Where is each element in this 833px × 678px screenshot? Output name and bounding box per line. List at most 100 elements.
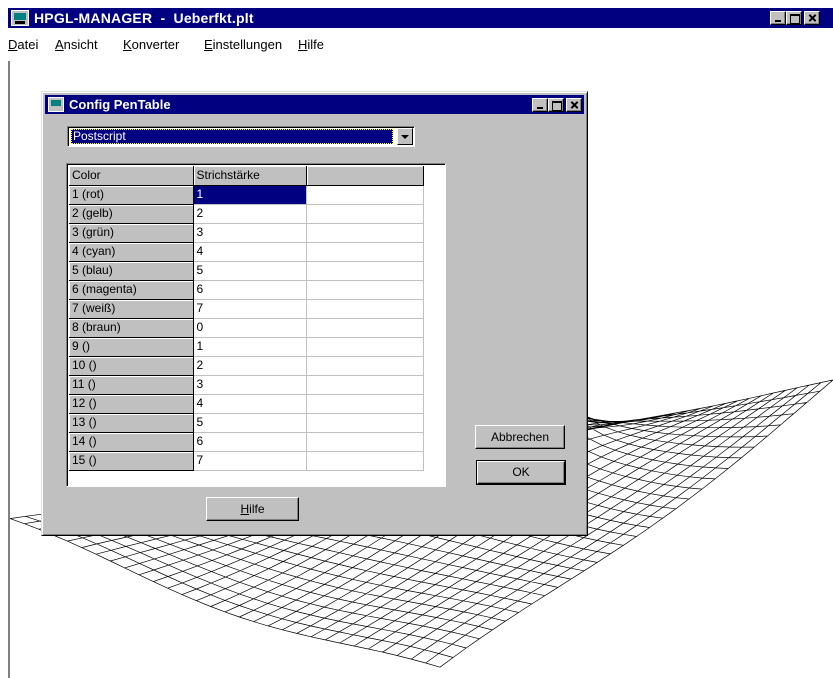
table-row[interactable]: 3 (grün) 3 — [69, 223, 424, 243]
menu-hilfe[interactable]: Hilfe — [298, 37, 324, 52]
dialog-window-controls — [532, 98, 582, 112]
menu-label-rest: nsicht — [63, 37, 98, 52]
close-icon[interactable] — [566, 98, 582, 112]
pen-color-cell[interactable]: 1 (rot) — [69, 185, 194, 205]
table-row[interactable]: 15 () 7 — [69, 451, 424, 471]
table-row[interactable]: 8 (braun) 0 — [69, 318, 424, 338]
empty-cell[interactable] — [306, 280, 424, 300]
pen-color-cell[interactable]: 4 (cyan) — [69, 242, 194, 262]
pen-width-cell[interactable]: 7 — [193, 299, 307, 319]
table-row[interactable]: 7 (weiß) 7 — [69, 299, 424, 319]
pen-width-cell[interactable]: 1 — [193, 337, 307, 357]
maximize-icon[interactable] — [786, 11, 802, 25]
minimize-icon[interactable] — [770, 11, 786, 25]
empty-cell[interactable] — [306, 185, 424, 205]
pen-width-cell[interactable]: 1 — [193, 185, 307, 205]
empty-cell[interactable] — [306, 432, 424, 452]
pen-width-cell[interactable]: 6 — [193, 280, 307, 300]
table-row[interactable]: 9 () 1 — [69, 337, 424, 357]
pen-width-cell[interactable]: 7 — [193, 451, 307, 471]
empty-cell[interactable] — [306, 337, 424, 357]
pen-width-cell[interactable]: 4 — [193, 242, 307, 262]
column-header-empty[interactable] — [306, 166, 424, 186]
menu-mnemonic: H — [298, 37, 308, 52]
pen-width-cell[interactable]: 6 — [193, 432, 307, 452]
menu-datei[interactable]: Datei — [8, 37, 38, 52]
pen-color-cell[interactable]: 3 (grün) — [69, 223, 194, 243]
pen-table: Color Strichstärke 1 (rot) 1 2 (gelb) 2 3 (g… — [69, 166, 424, 471]
pen-width-cell[interactable]: 3 — [193, 223, 307, 243]
pen-color-cell[interactable]: 13 () — [69, 413, 194, 433]
table-row[interactable]: 13 () 5 — [69, 413, 424, 433]
pen-color-cell[interactable]: 11 () — [69, 375, 194, 395]
pen-color-cell[interactable]: 14 () — [69, 432, 194, 452]
pen-color-cell[interactable]: 12 () — [69, 394, 194, 414]
main-title-bar[interactable]: HPGL-MANAGER - Ueberfkt.plt — [8, 8, 833, 28]
pen-color-cell[interactable]: 2 (gelb) — [69, 204, 194, 224]
pen-width-cell[interactable]: 0 — [193, 318, 307, 338]
pen-color-cell[interactable]: 6 (magenta) — [69, 280, 194, 300]
menu-mnemonic: A — [55, 37, 64, 52]
help-label-rest: ilfe — [249, 502, 265, 516]
table-row[interactable]: 10 () 2 — [69, 356, 424, 376]
pen-color-cell[interactable]: 15 () — [69, 451, 194, 471]
pen-width-cell[interactable]: 2 — [193, 356, 307, 376]
empty-cell[interactable] — [306, 451, 424, 471]
menu-label-rest: atei — [17, 37, 39, 52]
pen-width-cell[interactable]: 2 — [193, 204, 307, 224]
empty-cell[interactable] — [306, 394, 424, 414]
menu-einstellungen[interactable]: Einstellungen — [204, 37, 282, 52]
help-mnemonic: H — [240, 502, 250, 516]
menu-konverter[interactable]: Konverter — [123, 37, 179, 52]
ok-button[interactable]: OK — [476, 460, 566, 485]
pen-table-grid[interactable]: Color Strichstärke 1 (rot) 1 2 (gelb) 2 3 (g… — [66, 163, 446, 487]
empty-cell[interactable] — [306, 242, 424, 262]
column-header-strichstaerke[interactable]: Strichstärke — [193, 166, 307, 186]
pen-width-cell[interactable]: 4 — [193, 394, 307, 414]
dialog-title-bar[interactable]: Config PenTable — [45, 95, 584, 114]
menu-label-rest: ilfe — [307, 37, 325, 52]
empty-cell[interactable] — [306, 375, 424, 395]
column-header-color[interactable]: Color — [69, 166, 194, 186]
pen-color-cell[interactable]: 8 (braun) — [69, 318, 194, 338]
pen-color-cell[interactable]: 5 (blau) — [69, 261, 194, 281]
help-button[interactable]: Hilfe — [206, 497, 299, 521]
pen-width-cell[interactable]: 5 — [193, 261, 307, 281]
pen-color-cell[interactable]: 9 () — [69, 337, 194, 357]
menu-mnemonic: D — [8, 37, 18, 52]
table-row[interactable]: 12 () 4 — [69, 394, 424, 414]
table-header-row: Color Strichstärke — [69, 166, 424, 186]
empty-cell[interactable] — [306, 318, 424, 338]
config-pentable-dialog: Config PenTable Postscript Color Strichs… — [41, 91, 588, 536]
empty-cell[interactable] — [306, 261, 424, 281]
menu-ansicht[interactable]: Ansicht — [55, 37, 98, 52]
dialog-app-icon[interactable] — [48, 97, 64, 112]
dialog-title: Config PenTable — [69, 97, 171, 112]
pen-color-cell[interactable]: 10 () — [69, 356, 194, 376]
app-icon[interactable] — [11, 10, 29, 26]
table-row[interactable]: 4 (cyan) 4 — [69, 242, 424, 262]
pen-width-cell[interactable]: 5 — [193, 413, 307, 433]
table-row[interactable]: 1 (rot) 1 — [69, 185, 424, 205]
empty-cell[interactable] — [306, 204, 424, 224]
table-row[interactable]: 5 (blau) 5 — [69, 261, 424, 281]
table-row[interactable]: 14 () 6 — [69, 432, 424, 452]
close-icon[interactable] — [804, 11, 820, 25]
format-select[interactable]: Postscript — [67, 126, 415, 147]
table-row[interactable]: 2 (gelb) 2 — [69, 204, 424, 224]
format-select-value: Postscript — [71, 129, 393, 144]
menu-mnemonic: E — [204, 37, 213, 52]
table-row[interactable]: 11 () 3 — [69, 375, 424, 395]
table-row[interactable]: 6 (magenta) 6 — [69, 280, 424, 300]
chevron-down-icon[interactable] — [397, 128, 413, 145]
pen-color-cell[interactable]: 7 (weiß) — [69, 299, 194, 319]
main-window-title: HPGL-MANAGER - Ueberfkt.plt — [34, 10, 254, 26]
empty-cell[interactable] — [306, 413, 424, 433]
empty-cell[interactable] — [306, 223, 424, 243]
empty-cell[interactable] — [306, 356, 424, 376]
empty-cell[interactable] — [306, 299, 424, 319]
cancel-button[interactable]: Abbrechen — [475, 425, 565, 449]
pen-width-cell[interactable]: 3 — [193, 375, 307, 395]
maximize-icon[interactable] — [548, 98, 564, 112]
minimize-icon[interactable] — [532, 98, 548, 112]
